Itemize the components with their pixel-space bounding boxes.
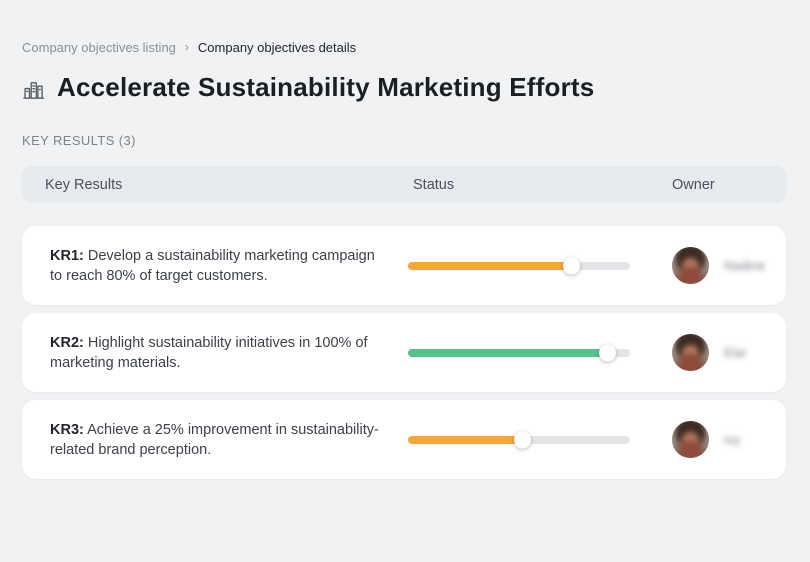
progress-fill	[408, 344, 616, 361]
kr-description: Develop a sustainability marketing campa…	[50, 247, 375, 284]
kr-description: Highlight sustainability initiatives in …	[50, 334, 368, 371]
breadcrumb-parent-link[interactable]: Company objectives listing	[22, 40, 176, 55]
owner-avatar	[672, 421, 709, 458]
title-row: Accelerate Sustainability Marketing Effo…	[22, 72, 786, 103]
table-row-kr1[interactable]: KR1: Develop a sustainability marketing …	[22, 226, 786, 305]
column-header-status: Status	[413, 176, 455, 193]
progress-slider-knob[interactable]	[598, 344, 616, 361]
avatar-photo	[672, 421, 709, 458]
owner-avatar	[672, 247, 709, 284]
owner-cell: Ivy	[672, 421, 786, 458]
kr-label: KR2:	[50, 334, 84, 351]
table-row-kr3[interactable]: KR3: Achieve a 25% improvement in sustai…	[22, 400, 786, 479]
progress-slider-knob[interactable]	[514, 431, 532, 448]
section-label: KEY RESULTS (3)	[22, 133, 136, 148]
breadcrumb-current: Company objectives details	[197, 40, 357, 55]
owner-cell: Nadine	[672, 247, 786, 284]
progress-track[interactable]	[408, 344, 630, 361]
owner-name: Nadine	[724, 258, 766, 273]
owner-avatar	[672, 334, 709, 371]
progress-track[interactable]	[408, 431, 630, 448]
status-cell	[408, 344, 672, 361]
owner-name: Elai	[724, 345, 746, 360]
status-cell	[408, 431, 672, 448]
breadcrumb: Company objectives listing › Company obj…	[22, 40, 786, 55]
kr-label: KR3:	[50, 421, 84, 438]
progress-fill	[408, 257, 581, 274]
status-cell	[408, 257, 672, 274]
progress-track[interactable]	[408, 257, 630, 274]
owner-name: Ivy	[724, 432, 741, 447]
avatar-photo	[672, 247, 709, 284]
page-title: Accelerate Sustainability Marketing Effo…	[57, 72, 595, 102]
kr-text: KR2: Highlight sustainability initiative…	[22, 333, 408, 373]
table-row-kr2[interactable]: KR2: Highlight sustainability initiative…	[22, 313, 786, 392]
kr-text: KR3: Achieve a 25% improvement in sustai…	[22, 420, 408, 460]
avatar-photo	[672, 334, 709, 371]
kr-description: Achieve a 25% improvement in sustainabil…	[50, 421, 379, 458]
progress-slider-knob[interactable]	[563, 257, 581, 274]
table-header: Key Results Status Owner	[22, 166, 786, 203]
column-header-key-results: Key Results	[45, 176, 123, 193]
key-results-list: KR1: Develop a sustainability marketing …	[22, 226, 786, 479]
column-header-owner: Owner	[672, 176, 715, 193]
owner-cell: Elai	[672, 334, 786, 371]
kr-label: KR1:	[50, 247, 84, 264]
progress-fill	[408, 431, 532, 448]
kr-text: KR1: Develop a sustainability marketing …	[22, 246, 408, 286]
buildings-icon	[22, 78, 45, 101]
page-content: Company objectives listing › Company obj…	[0, 40, 810, 479]
chevron-right-icon: ›	[184, 40, 189, 54]
